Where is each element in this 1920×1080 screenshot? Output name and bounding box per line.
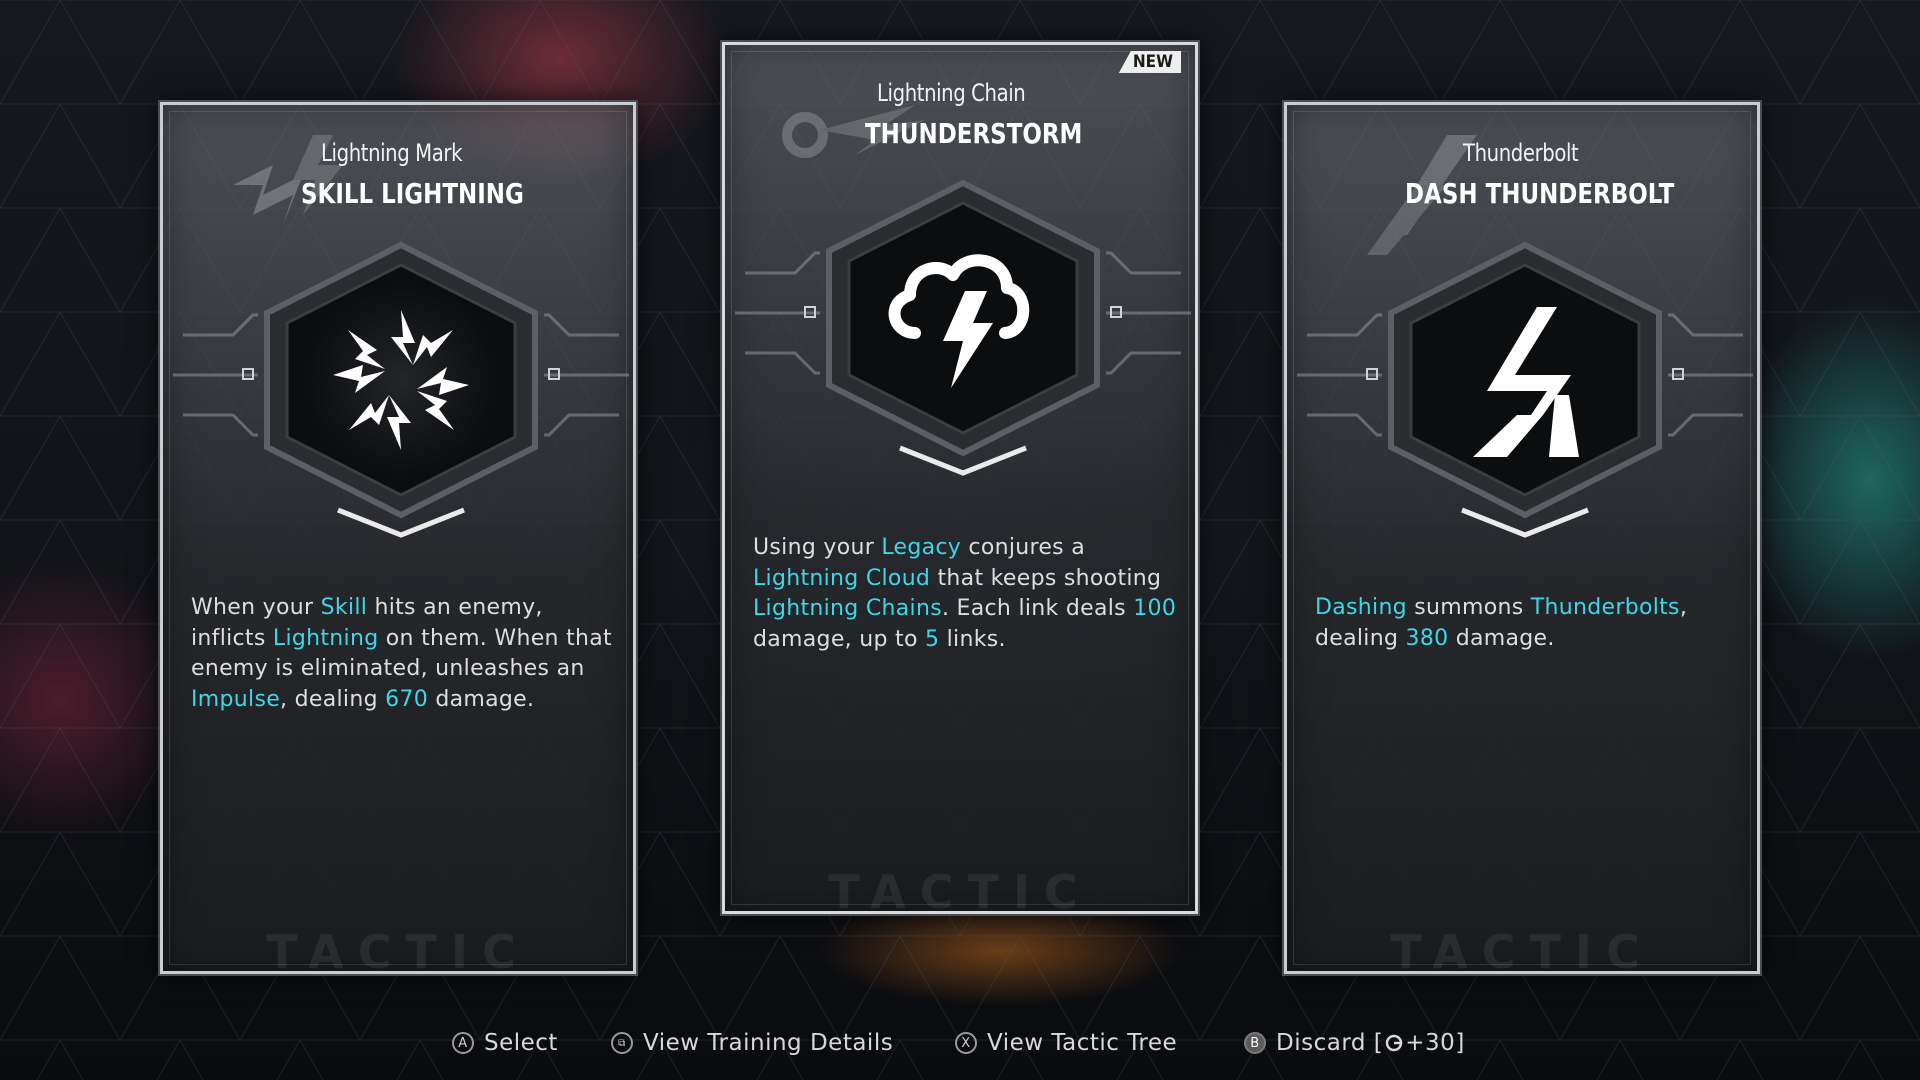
card-watermark: TACTIC — [828, 865, 1092, 919]
tactic-card-dash-thunderbolt[interactable]: Thunderbolt DASH THUNDERBOLT Dashing sum… — [1282, 100, 1762, 979]
x-button-icon: X — [955, 1032, 977, 1054]
card-title: SKILL LIGHTNING — [301, 177, 524, 210]
view-tactic-tree-label: View Tactic Tree — [987, 1030, 1178, 1056]
discard-label: Discard [ — [1276, 1030, 1384, 1056]
highlight-keyword: Dashing — [1315, 595, 1407, 620]
card-description: Dashing summons Thunderbolts, dealing 38… — [1315, 593, 1745, 654]
highlight-keyword: Skill — [320, 595, 368, 620]
description-text: . Each link deals — [941, 596, 1134, 621]
view-button-icon: ⧉ — [611, 1032, 633, 1054]
description-text: damage, up to — [753, 626, 926, 652]
discard-amount: +30 — [1405, 1030, 1456, 1056]
emblem-hexagon — [173, 241, 629, 538]
a-button-icon: A — [452, 1032, 474, 1054]
tactic-selection-screen: Lightning Mark SKILL LIGHTNING When your… — [0, 0, 1920, 1080]
card-description: When your Skill hits an enemy, inflicts … — [191, 593, 621, 715]
highlight-keyword: Thunderbolts — [1530, 595, 1680, 620]
description-text: links. — [939, 626, 1006, 652]
description-text: damage. — [428, 686, 535, 712]
description-text: damage. — [1448, 625, 1555, 651]
view-training-details-label: View Training Details — [643, 1030, 894, 1056]
view-training-details-prompt[interactable]: ⧉ View Training Details — [611, 1030, 893, 1056]
card-subtitle: Thunderbolt — [1463, 139, 1579, 167]
card-subtitle: Lightning Chain — [877, 79, 1026, 107]
description-text: summons — [1406, 595, 1531, 620]
highlight-keyword: Lightning — [272, 625, 379, 651]
description-text: When your — [191, 595, 321, 620]
gear-coin-icon — [1386, 1034, 1403, 1052]
b-button-icon: B — [1244, 1032, 1266, 1054]
highlight-keyword: Legacy — [881, 535, 962, 560]
highlight-keyword: Impulse — [191, 686, 281, 712]
discard-close-bracket: ] — [1455, 1030, 1465, 1056]
tactic-card-thunderstorm[interactable]: NEW Lightning Chain THUNDERSTORM Using y… — [720, 40, 1200, 919]
emblem-hexagon — [1297, 241, 1753, 538]
tactic-card-skill-lightning[interactable]: Lightning Mark SKILL LIGHTNING When your… — [158, 100, 638, 979]
button-prompts-bar: A Select ⧉ View Training Details X View … — [0, 1030, 1920, 1070]
description-text: that keeps shooting — [930, 565, 1162, 591]
card-title: DASH THUNDERBOLT — [1405, 177, 1675, 210]
card-title: THUNDERSTORM — [865, 117, 1083, 150]
description-text: , dealing — [280, 686, 386, 712]
select-prompt[interactable]: A Select — [452, 1030, 558, 1056]
discard-prompt[interactable]: B Discard [ +30 ] — [1244, 1030, 1465, 1056]
card-watermark: TACTIC — [1390, 925, 1654, 979]
description-text: conjures a — [961, 535, 1086, 560]
highlight-keyword: Lightning Cloud — [753, 565, 931, 591]
highlight-keyword: 5 — [925, 626, 940, 652]
card-subtitle: Lightning Mark — [321, 139, 463, 167]
highlight-keyword: Lightning Chains — [753, 596, 942, 621]
highlight-keyword: 100 — [1133, 596, 1177, 621]
view-tactic-tree-prompt[interactable]: X View Tactic Tree — [955, 1030, 1177, 1056]
card-description: Using your Legacy conjures a Lightning C… — [753, 533, 1183, 655]
card-watermark: TACTIC — [266, 925, 530, 979]
highlight-keyword: 670 — [385, 686, 429, 712]
highlight-keyword: 380 — [1405, 625, 1449, 651]
select-label: Select — [484, 1030, 558, 1056]
description-text: Using your — [753, 535, 882, 560]
emblem-hexagon — [735, 179, 1191, 476]
